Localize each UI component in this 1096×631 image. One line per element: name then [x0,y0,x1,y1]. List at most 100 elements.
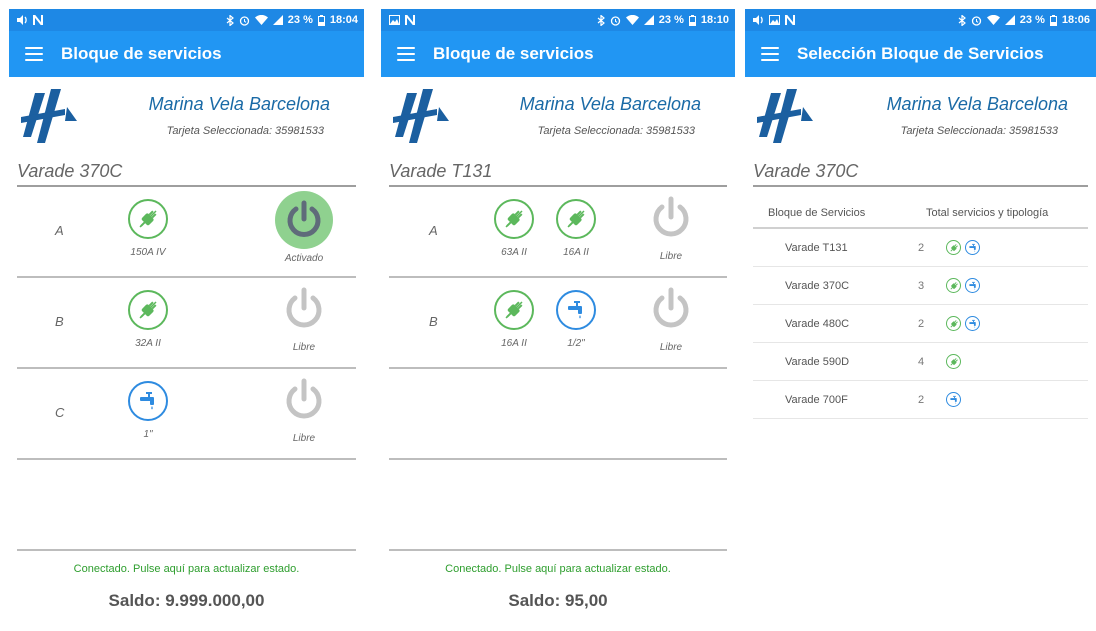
service-row-b: B 16A II 1/2" Libre [389,278,727,369]
plug-icon [139,210,157,228]
marina-logo-icon [757,89,813,143]
marina-logo-icon [21,89,77,143]
power-button[interactable]: Libre [274,378,334,444]
volume-icon [753,15,763,25]
marina-name: Marina Vela Barcelona [886,94,1068,114]
signal-icon [1004,15,1015,25]
balance-text: Saldo: 95,00 [508,591,608,610]
connected-status-link[interactable]: Conectado. Pulse aquí para actualizar es… [9,563,364,575]
bloque-name: Varade T131 [785,241,848,254]
service-count: 2 [918,393,925,406]
table-row[interactable]: Varade T131 2 [753,229,1088,267]
app-bar: Bloque de servicios [9,31,364,77]
service-count: 4 [918,355,925,368]
power-button[interactable]: Libre [274,287,334,353]
power-button[interactable]: Libre [641,287,701,353]
menu-icon[interactable] [761,47,779,61]
column-header-bloque: Bloque de Servicios [768,207,866,219]
service-label: 63A II [501,247,527,258]
service-water[interactable]: 1" [118,381,178,440]
battery-text: 23 % [1019,14,1045,26]
service-electric[interactable]: 16A II [546,199,606,258]
service-electric[interactable]: 63A II [484,199,544,258]
marina-logo-icon [393,89,449,143]
empty-area [389,460,727,551]
table-row[interactable]: Varade 480C 2 [753,305,1088,343]
n-icon [405,15,415,25]
power-button[interactable]: Activado [274,191,334,264]
water-tap-icon [968,243,976,252]
clock-text: 18:10 [700,14,729,26]
water-tap-icon [968,281,976,290]
plug-icon [949,319,958,328]
column-header-total: Total servicios y tipología [926,207,1049,219]
table-row[interactable]: Varade 700F 2 [753,381,1088,419]
service-row-b: B 32A II Libre [17,278,356,369]
service-row-a: A 63A II 16A II Libre [389,187,727,278]
table-row[interactable]: Varade 590D 4 [753,343,1088,381]
bloque-name: Varade 590D [785,355,850,368]
row-letter: B [55,314,64,329]
service-label: 1" [143,429,153,440]
table-row[interactable]: Varade 370C 3 [753,267,1088,305]
wifi-icon [625,15,639,25]
water-tap-icon [949,395,957,404]
menu-icon[interactable] [25,47,43,61]
volume-icon [17,15,27,25]
header: Marina Vela Barcelona Tarjeta Selecciona… [745,77,1096,159]
row-letter: A [55,223,64,238]
service-label: 32A II [135,338,161,349]
power-label: Libre [292,342,316,353]
service-electric[interactable]: 16A II [484,290,544,349]
plug-icon [505,301,523,319]
header: Marina Vela Barcelona Tarjeta Selecciona… [381,77,735,159]
service-count: 2 [918,317,925,330]
status-bar: 23 % 18:04 [9,9,364,31]
bloque-name: Varade 700F [785,393,848,406]
app-bar-title: Bloque de servicios [61,44,222,63]
service-label: 16A II [501,338,527,349]
plug-icon [949,281,958,290]
power-label: Libre [292,433,316,444]
image-icon [389,15,400,25]
signal-icon [643,15,654,25]
plug-icon [505,210,523,228]
n-icon [33,15,43,25]
power-button[interactable]: Libre [641,196,701,262]
wifi-icon [254,15,268,25]
alarm-icon [610,15,620,26]
connected-status-link[interactable]: Conectado. Pulse aquí para actualizar es… [381,563,735,575]
service-row-c: C 1" Libre [17,369,356,460]
service-label: 150A IV [130,247,166,258]
power-icon [287,200,321,237]
screen-bloque-370c: 23 % 18:04 Bloque de servicios Marina Ve… [9,9,364,631]
row-letter: B [429,314,438,329]
screen-bloque-t131: 23 % 18:10 Bloque de servicios Marina Ve… [381,9,735,631]
power-label: Activado [284,253,324,264]
varade-title: Varade 370C [17,159,356,187]
status-bar: 23 % 18:06 [745,9,1096,31]
power-icon [653,287,689,328]
battery-icon [317,14,325,26]
header: Marina Vela Barcelona Tarjeta Selecciona… [9,77,364,159]
app-bar: Selección Bloque de Servicios [745,31,1096,77]
wifi-icon [986,15,1000,25]
power-icon [286,287,322,328]
plug-icon [567,210,585,228]
row-letter: A [429,223,438,238]
menu-icon[interactable] [397,47,415,61]
marina-name: Marina Vela Barcelona [148,94,330,114]
service-water[interactable]: 1/2" [546,290,606,349]
screen-seleccion-bloque: 23 % 18:06 Selección Bloque de Servicios… [745,9,1096,631]
service-label: 16A II [563,247,589,258]
bloque-name: Varade 480C [785,317,850,330]
battery-icon [1049,14,1057,26]
service-electric[interactable]: 150A IV [118,199,178,258]
table-header: Bloque de Servicios Total servicios y ti… [753,199,1088,229]
image-icon [769,15,780,25]
service-label: 1/2" [567,338,585,349]
service-electric[interactable]: 32A II [118,290,178,349]
app-bar-title: Selección Bloque de Servicios [797,44,1044,63]
power-icon [653,196,689,237]
water-tap-icon [568,301,582,319]
